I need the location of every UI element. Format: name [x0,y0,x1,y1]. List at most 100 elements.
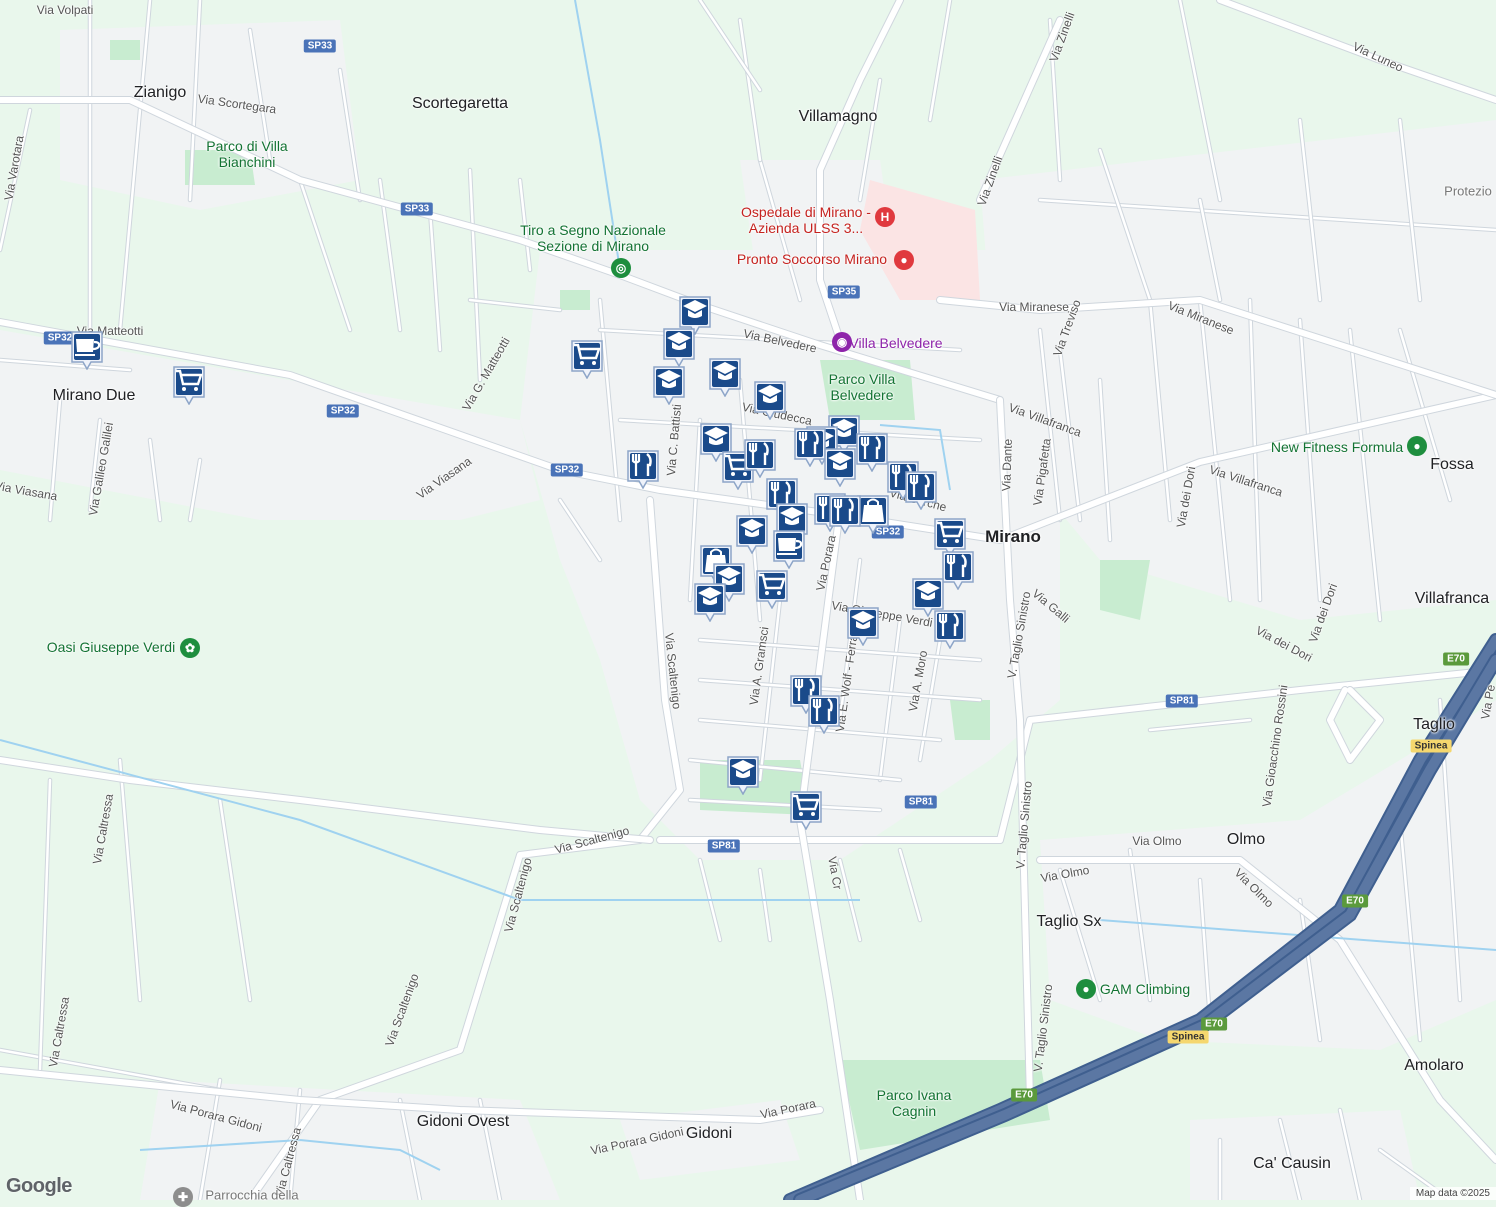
hospital-label[interactable]: Ospedale di Mirano - Azienda ULSS 3... [736,204,876,236]
oasis-pin-icon[interactable]: ✿ [180,638,200,658]
town-label[interactable]: Villafranca [1415,590,1489,608]
fitness-pin-icon[interactable]: ● [1407,436,1427,456]
road-shield: E70 [1011,1088,1037,1102]
villa-pin-icon[interactable]: ◉ [832,332,852,352]
minor-street[interactable] [738,18,762,162]
map-marker[interactable] [753,380,787,420]
restaurant-icon [744,439,776,478]
town-label[interactable]: Zianigo [134,84,186,102]
park-area [950,700,990,740]
road-shield: Spinea [1410,739,1452,753]
road-shield: SP81 [1165,694,1199,708]
minor-street[interactable] [898,848,922,922]
shooting-range-label[interactable]: Tiro a Segno Nazionale Sezione di Mirano [508,222,678,254]
park-label[interactable]: Parco Ivana Cagnin [854,1087,974,1119]
school-icon [694,583,726,622]
map-marker[interactable] [846,606,880,646]
map-marker[interactable] [772,529,806,569]
minor-street[interactable] [758,868,772,942]
park-label[interactable]: Parco di Villa Bianchini [187,138,307,170]
map-marker[interactable] [735,514,769,554]
hospital-icon[interactable]: H [875,207,895,227]
parrocchia-label[interactable]: Parrocchia della [205,1188,298,1203]
restaurant-icon [794,428,826,467]
street-label[interactable]: Via Volpati [37,3,94,17]
minor-street[interactable] [428,208,442,352]
map-canvas[interactable] [0,0,1496,1200]
minor-street[interactable] [218,798,252,1002]
map-marker[interactable] [662,327,696,367]
street-label[interactable]: Via Miranese [999,300,1069,314]
map-marker[interactable] [726,755,760,795]
town-label[interactable]: Gidoni Ovest [417,1113,509,1131]
map-marker[interactable] [941,550,975,590]
map-marker[interactable] [570,339,604,379]
climbing-pin-icon[interactable]: ● [1076,979,1096,999]
town-label[interactable]: Taglio [1413,716,1455,734]
map-marker[interactable] [789,790,823,830]
map-marker[interactable] [743,438,777,478]
cart-icon [756,570,788,609]
road-shield: SP81 [707,839,741,853]
map-marker[interactable] [793,427,827,467]
oasis-label[interactable]: Oasi Giuseppe Verdi [47,639,175,655]
school-icon [663,328,695,367]
cafe-icon [773,530,805,569]
school-icon [727,756,759,795]
map-marker[interactable] [904,470,938,510]
map-marker[interactable] [823,447,857,487]
town-label[interactable]: Fossa [1430,456,1474,474]
street-label[interactable]: Via Dante [999,439,1015,492]
minor-street[interactable] [468,168,482,382]
minor-street[interactable] [38,778,52,1072]
map-marker[interactable] [626,449,660,489]
fitness-label[interactable]: New Fitness Formula [1271,439,1403,455]
emergency-label[interactable]: Pronto Soccorso Mirano [737,251,887,267]
park-area [560,290,590,310]
school-icon [653,366,685,405]
road-shield: SP33 [400,202,434,216]
minor-street[interactable] [1148,718,1252,732]
shooting-pin-icon[interactable]: ◎ [611,258,631,278]
map-marker[interactable] [172,365,206,405]
town-label[interactable]: Olmo [1227,831,1265,849]
map-marker[interactable] [693,582,727,622]
minor-street[interactable] [298,178,352,332]
protezione-label[interactable]: Protezio [1444,184,1492,199]
map-attribution[interactable]: Map data ©2025 [1409,1187,1496,1200]
villa-label[interactable]: Villa Belvedere [849,335,942,351]
map-marker[interactable] [755,569,789,609]
map-marker[interactable] [933,609,967,649]
town-label[interactable]: Gidoni [686,1125,732,1143]
town-label[interactable]: Villamagno [799,108,878,126]
minor-street[interactable] [118,758,142,1002]
park-label[interactable]: Parco Villa Belvedere [822,371,902,403]
town-label[interactable]: Amolaro [1404,1057,1464,1075]
climbing-label[interactable]: GAM Climbing [1100,981,1190,997]
minor-street[interactable] [928,0,952,122]
cart-icon [790,791,822,830]
school-icon [709,358,741,397]
church-icon[interactable]: ✚ [173,1187,193,1207]
map-marker[interactable] [652,365,686,405]
cafe-icon [71,331,103,370]
map-marker[interactable] [807,694,841,734]
map-marker[interactable] [855,432,889,472]
school-icon [824,448,856,487]
town-label[interactable]: Mirano Due [53,387,136,405]
street-label[interactable]: Via Olmo [1132,834,1181,848]
urban-areas [0,20,1496,1200]
road-shield: E70 [1201,1017,1227,1031]
map-marker[interactable] [708,357,742,397]
town-label[interactable]: Mirano [985,527,1041,547]
map-marker[interactable] [70,330,104,370]
town-label[interactable]: Scortegaretta [412,95,508,113]
emergency-pin-icon[interactable]: ● [894,250,914,270]
town-label[interactable]: Ca' Causin [1253,1155,1331,1173]
map-marker[interactable] [828,494,862,534]
restaurant-icon [934,610,966,649]
town-label[interactable]: Taglio Sx [1037,913,1102,931]
minor-street[interactable] [698,0,762,92]
road-shield: Spinea [1167,1030,1209,1044]
road-shield: SP33 [303,39,337,53]
